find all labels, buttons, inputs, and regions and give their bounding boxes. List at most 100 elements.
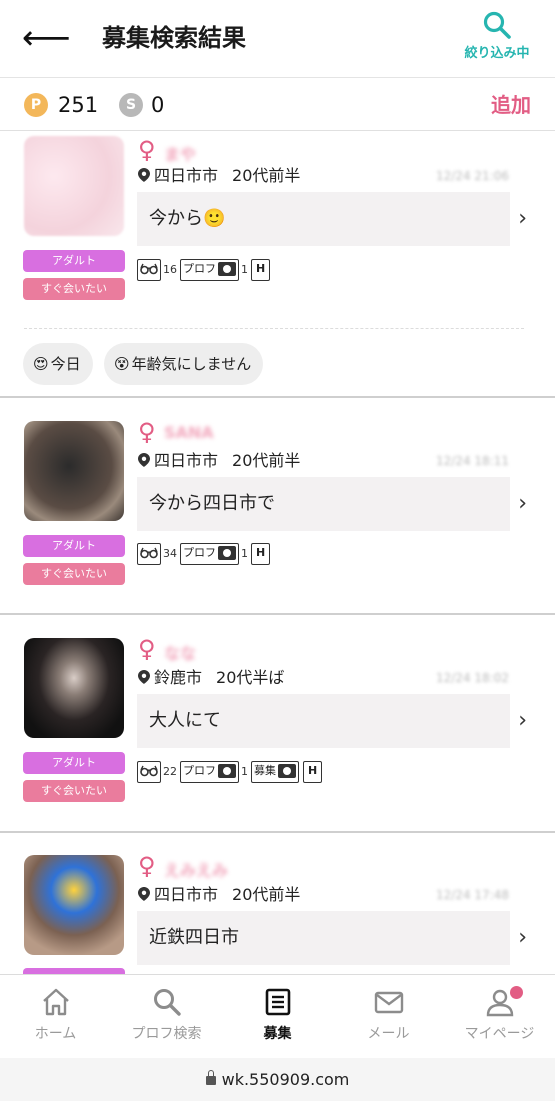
chevron-right-icon[interactable]: ›: [518, 709, 527, 733]
view-count: 22: [163, 765, 177, 778]
tag-adult: アダルト: [23, 250, 125, 272]
smiling-face-icon: 😍: [33, 355, 49, 373]
tag-adult: アダルト: [23, 752, 125, 774]
chip-label: 今日: [50, 355, 81, 373]
camera-icon: [218, 262, 236, 276]
post-card[interactable]: アダルト すぐ会いたい ♀ まや 四日市市 20代前半 12/24 21:06 今…: [0, 131, 555, 396]
nav-profile-search[interactable]: プロフ検索: [111, 975, 222, 1059]
glasses-icon: [137, 543, 161, 565]
profile-photo-badge: プロフ: [180, 761, 239, 783]
location-pin-icon: [138, 453, 150, 467]
nav-recruit[interactable]: 募集: [222, 975, 333, 1059]
photo-count: 1: [241, 547, 248, 560]
h-badge: H: [251, 259, 271, 281]
location-row: 四日市市 20代前半: [138, 164, 300, 188]
filter-label: 絞り込み中: [464, 46, 530, 61]
camera-icon: [218, 764, 236, 778]
avatar[interactable]: [24, 421, 124, 521]
city: 鈴鹿市: [154, 668, 203, 687]
list-icon: [265, 988, 290, 1016]
tag-adult: アダルト: [23, 535, 125, 557]
view-count: 34: [163, 547, 177, 560]
city: 四日市市: [154, 166, 219, 185]
city: 四日市市: [154, 451, 219, 470]
tag-want-to-meet: すぐ会いたい: [23, 780, 125, 802]
post-time: 12/24 21:06: [436, 169, 509, 183]
female-icon: ♀: [138, 635, 156, 663]
s-points-value: 0: [151, 93, 165, 117]
chip-today[interactable]: 😍 今日: [23, 343, 93, 385]
profile-label: プロフ: [183, 546, 216, 559]
glasses-icon: [137, 259, 161, 281]
chevron-right-icon[interactable]: ›: [518, 207, 527, 231]
notification-dot: [510, 986, 523, 999]
location-pin-icon: [138, 670, 150, 684]
recruit-photo-badge: 募集: [251, 761, 299, 783]
nav-mail[interactable]: メール: [333, 975, 444, 1059]
post-list[interactable]: アダルト すぐ会いたい ♀ まや 四日市市 20代前半 12/24 21:06 今…: [0, 131, 555, 974]
app-header: ⟵ 募集検索結果 絞り込み中: [0, 0, 555, 78]
add-points-button[interactable]: 追加: [491, 91, 531, 119]
female-icon: ♀: [138, 418, 156, 446]
filter-button[interactable]: 絞り込み中: [457, 8, 537, 70]
city: 四日市市: [154, 885, 219, 904]
nav-label: プロフ検索: [131, 1026, 202, 1042]
nav-label: 募集: [263, 1026, 292, 1042]
post-icons-row: 22 プロフ 1 募集 H: [137, 760, 323, 784]
location-row: 四日市市 20代前半: [138, 883, 300, 907]
post-time: 12/24 18:11: [436, 454, 509, 468]
chevron-right-icon[interactable]: ›: [518, 926, 527, 950]
view-count: 16: [163, 263, 177, 276]
s-coin-icon: S: [119, 93, 143, 117]
lock-icon: [205, 1070, 216, 1085]
chevron-right-icon[interactable]: ›: [518, 492, 527, 516]
profile-label: プロフ: [183, 262, 216, 275]
points-bar: P 251 S 0 追加: [0, 79, 555, 131]
face-icon: 😵: [114, 355, 130, 373]
chip-age-ok[interactable]: 😵 年齢気にしません: [104, 343, 264, 385]
avatar[interactable]: [24, 638, 124, 738]
search-icon: [483, 11, 511, 39]
post-card[interactable]: アダルト すぐ会いたい ♀ なな 鈴鹿市 20代半ば 12/24 18:02 大人…: [0, 615, 555, 831]
location-pin-icon: [138, 168, 150, 182]
p-points-value: 251: [58, 93, 99, 117]
female-icon: ♀: [138, 852, 156, 880]
browser-url-bar[interactable]: wk.550909.com: [0, 1058, 555, 1101]
page-title: 募集検索結果: [102, 24, 246, 52]
nav-home[interactable]: ホーム: [0, 975, 111, 1059]
post-card[interactable]: ♀ えみえみ 四日市市 20代前半 12/24 17:48 近鉄四日市 ›: [0, 833, 555, 974]
h-badge: H: [251, 543, 271, 565]
post-message[interactable]: 大人にて: [137, 694, 510, 748]
camera-icon: [278, 764, 296, 778]
post-message[interactable]: 今から🙂: [137, 192, 510, 246]
post-icons-row: 34 プロフ 1 H: [137, 542, 271, 566]
location-row: 鈴鹿市 20代半ば: [138, 666, 284, 690]
username: まや: [164, 145, 197, 164]
profile-photo-badge: プロフ: [180, 543, 239, 565]
nav-label: メール: [367, 1026, 410, 1042]
photo-count: 1: [241, 765, 248, 778]
username: なな: [164, 644, 197, 663]
age: 20代前半: [232, 166, 301, 185]
post-time: 12/24 18:02: [436, 671, 509, 685]
bottom-nav: ホーム プロフ検索 募集 メール マイページ: [0, 974, 555, 1058]
nav-label: ホーム: [34, 1026, 77, 1042]
post-message[interactable]: 今から四日市で: [137, 477, 510, 531]
username: えみえみ: [164, 861, 229, 880]
glasses-icon: [137, 761, 161, 783]
recruit-label: 募集: [254, 764, 276, 777]
arrow-left-icon[interactable]: ⟵: [22, 18, 71, 58]
location-pin-icon: [138, 887, 150, 901]
divider-dashed: [24, 328, 524, 329]
camera-icon: [218, 546, 236, 560]
post-message[interactable]: 近鉄四日市: [137, 911, 510, 965]
avatar[interactable]: [24, 855, 124, 955]
tag-want-to-meet: すぐ会いたい: [23, 278, 125, 300]
chip-label: 年齢気にしません: [131, 355, 252, 373]
age: 20代前半: [232, 885, 301, 904]
nav-mypage[interactable]: マイページ: [444, 975, 555, 1059]
photo-count: 1: [241, 263, 248, 276]
profile-photo-badge: プロフ: [180, 259, 239, 281]
avatar[interactable]: [24, 136, 124, 236]
post-card[interactable]: アダルト すぐ会いたい ♀ SANA 四日市市 20代前半 12/24 18:11…: [0, 398, 555, 613]
